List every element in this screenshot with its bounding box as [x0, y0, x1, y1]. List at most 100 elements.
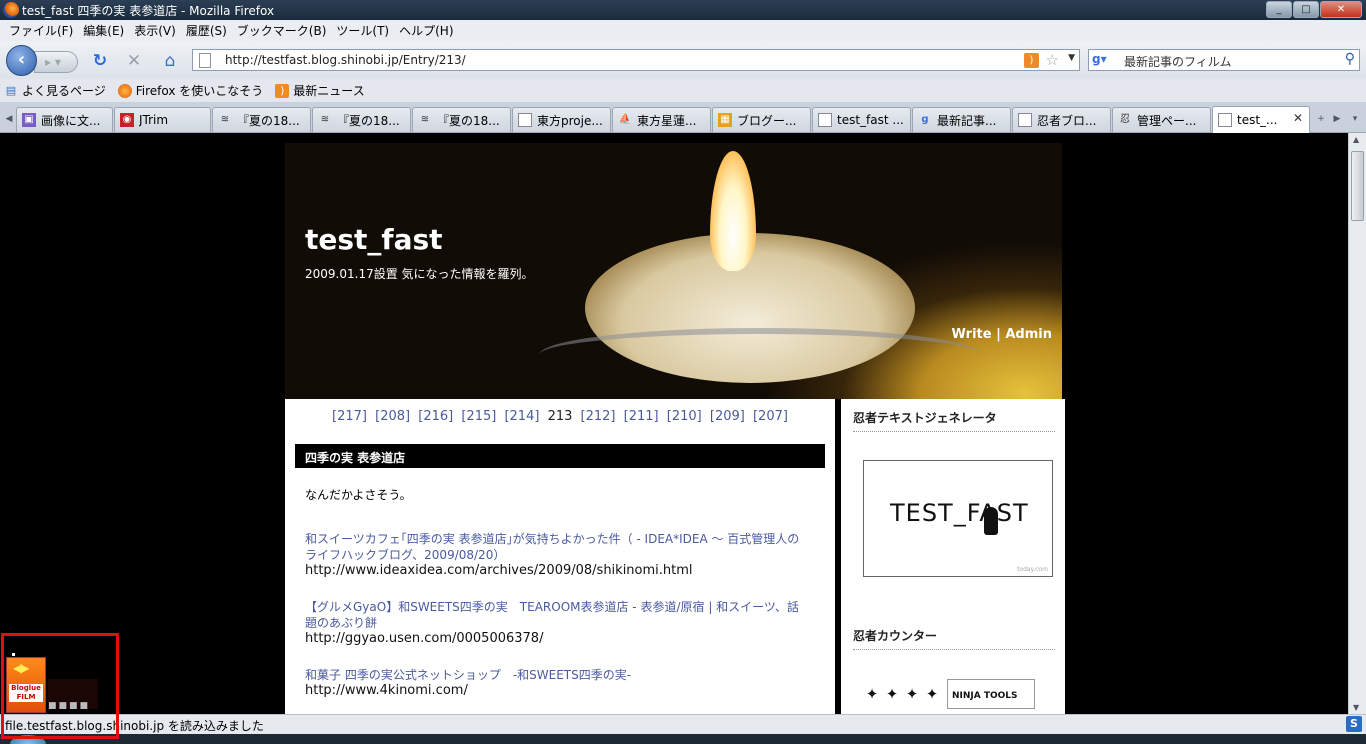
home-icon[interactable]: ⌂	[160, 51, 180, 71]
tab-label: 管理ペー...	[1137, 113, 1197, 128]
menu-bookmarks[interactable]: ブックマーク(B)	[232, 22, 332, 39]
menu-history[interactable]: 履歴(S)	[181, 22, 232, 39]
menu-edit[interactable]: 編集(E)	[78, 22, 129, 39]
reference-url: http://www.ideaxidea.com/archives/2009/0…	[305, 563, 693, 578]
page-icon	[199, 53, 211, 68]
page-icon	[818, 113, 832, 127]
scrollbar-thumb[interactable]	[1351, 151, 1364, 221]
tab-11[interactable]: 忍管理ペー...	[1112, 107, 1211, 132]
tab-9[interactable]: g 最新記事...	[912, 107, 1011, 132]
tab-8[interactable]: test_fast ...	[812, 107, 911, 132]
tab-3[interactable]: ≋ 『夏の18...	[312, 107, 411, 132]
back-button[interactable]: ‹	[6, 45, 37, 76]
pager-link[interactable]: [209]	[710, 409, 745, 424]
grid-icon: ▦	[718, 113, 732, 127]
pager-link[interactable]: [208]	[375, 409, 410, 424]
tab-1[interactable]: ◉ JTrim	[114, 107, 211, 132]
pager-link[interactable]: [211]	[624, 409, 659, 424]
ship-icon: ⛵	[618, 114, 632, 125]
bookmark-latest-news[interactable]: ) 最新ニュース	[275, 82, 365, 99]
search-bar[interactable]: g▾ 最新記事のフィルム ⚲	[1088, 49, 1360, 71]
rss-feed-icon[interactable]: )	[1024, 53, 1039, 68]
pager-link[interactable]: [210]	[667, 409, 702, 424]
pager-link[interactable]: [207]	[753, 409, 788, 424]
pager-current: 213	[547, 409, 573, 424]
maximize-button[interactable]: □	[1293, 1, 1319, 18]
pager-link[interactable]: [217]	[332, 409, 367, 424]
bookmark-most-visited[interactable]: ▤ よく見るページ	[4, 82, 106, 99]
tab-label: 東方proje...	[537, 113, 603, 128]
menu-file[interactable]: ファイル(F)	[4, 22, 78, 39]
tab-list-icon[interactable]: ▾	[1348, 110, 1362, 128]
tab-label: test_...	[1237, 113, 1278, 127]
new-tab-icon[interactable]: +	[1314, 110, 1328, 128]
bookmark-star-icon[interactable]: ☆	[1046, 51, 1059, 69]
bookmark-getting-started[interactable]: Firefox を使いこなそう	[117, 82, 263, 99]
menu-tools[interactable]: ツール(T)	[331, 22, 394, 39]
tab-5[interactable]: 東方proje...	[512, 107, 611, 132]
search-input[interactable]: 最新記事のフィルム	[1124, 53, 1232, 70]
scroll-up-icon[interactable]: ▲	[1353, 135, 1359, 144]
url-text[interactable]: http://testfast.blog.shinobi.jp/Entry/21…	[225, 53, 466, 67]
shuriken-icon: ✦	[925, 685, 939, 703]
ninja-counter[interactable]: ✦ ✦ ✦ ✦ NINJA TOOLS	[863, 679, 1035, 709]
url-history-dropdown-icon[interactable]: ▼	[1068, 53, 1075, 63]
page-icon	[1018, 113, 1032, 127]
tab-0[interactable]: ▣ 画像に文...	[16, 107, 113, 132]
reference-link[interactable]: 和菓子 四季の実公式ネットショップ -和SWEETS四季の実-	[305, 667, 810, 683]
ninja-icon: 忍	[1120, 114, 1130, 125]
status-bar: file.testfast.blog.shinobi.jp を読み込みました S	[0, 714, 1366, 734]
text-generator-image[interactable]: TEST_FAST today.com	[863, 460, 1053, 577]
tab-scroll-left-icon[interactable]: ◀	[2, 110, 16, 128]
tab-12-active[interactable]: test_... ✕	[1212, 106, 1310, 133]
tab-10[interactable]: 忍者ブロ...	[1012, 107, 1111, 132]
tab-2[interactable]: ≋ 『夏の18...	[212, 107, 311, 132]
admin-link[interactable]: Admin	[1005, 327, 1052, 342]
menu-bar: ファイル(F) 編集(E) 表示(V) 履歴(S) ブックマーク(B) ツール(…	[0, 20, 1366, 41]
window-titlebar: test_fast 四季の実 表参道店 - Mozilla Firefox _ …	[0, 0, 1366, 20]
page-icon	[518, 113, 532, 127]
menu-help[interactable]: ヘルプ(H)	[394, 22, 458, 39]
text-generator-text: TEST_FAST	[890, 499, 1029, 527]
close-button[interactable]: ✕	[1320, 1, 1362, 18]
pager-link[interactable]: [215]	[461, 409, 496, 424]
pager-link[interactable]: [216]	[418, 409, 453, 424]
tab-label: test_fast ...	[837, 113, 904, 127]
addon-status-icon[interactable]: S	[1346, 716, 1362, 732]
tab-scroll-right-icon[interactable]: ▶	[1330, 110, 1344, 128]
text-generator-heading: 忍者テキストジェネレータ	[853, 409, 1055, 432]
close-tab-icon[interactable]: ✕	[1293, 111, 1303, 125]
write-link[interactable]: Write	[952, 327, 992, 342]
firefox-icon	[117, 83, 132, 98]
tab-7[interactable]: ▦ ブログー...	[712, 107, 811, 132]
tab-bar: ◀ ▣ 画像に文... ◉ JTrim ≋ 『夏の18... ≋ 『夏の18... ≋ 『…	[0, 102, 1366, 133]
page-icon	[1218, 113, 1232, 127]
navigation-toolbar: ▸ ▾ ‹ ↻ ✕ ⌂ http://testfast.blog.shinobi…	[0, 41, 1366, 79]
search-icon[interactable]: ⚲	[1345, 51, 1355, 67]
vertical-scrollbar[interactable]: ▲ ▼	[1348, 133, 1366, 714]
reference-item: 和菓子 四季の実公式ネットショップ -和SWEETS四季の実- http://w…	[305, 667, 810, 699]
blog-title[interactable]: test_fast	[305, 223, 443, 256]
waves-icon: ≋	[320, 114, 330, 125]
menu-view[interactable]: 表示(V)	[129, 22, 181, 39]
google-icon[interactable]: g▾	[1092, 52, 1120, 68]
tab-4[interactable]: ≋ 『夏の18...	[412, 107, 511, 132]
minimize-button[interactable]: _	[1266, 1, 1292, 18]
bookmark-label: よく見るページ	[22, 84, 106, 98]
pager-link[interactable]: [212]	[581, 409, 616, 424]
forward-button[interactable]: ▸ ▾	[34, 51, 78, 73]
reference-link[interactable]: 和スイーツカフェ｢四季の実 表参道店｣が気持ちよかった件（ - IDEA*IDE…	[305, 531, 810, 563]
tab-label: 最新記事...	[937, 113, 997, 128]
window-controls: _ □ ✕	[1265, 1, 1362, 18]
stop-icon[interactable]: ✕	[124, 51, 144, 71]
scroll-down-icon[interactable]: ▼	[1353, 703, 1359, 712]
annotation-highlight-box	[1, 633, 119, 739]
reload-icon[interactable]: ↻	[90, 51, 110, 71]
entry-body: なんだかよさそう。 和スイーツカフェ｢四季の実 表参道店｣が気持ちよかった件（ …	[305, 487, 810, 699]
url-bar[interactable]: http://testfast.blog.shinobi.jp/Entry/21…	[192, 49, 1080, 71]
reference-link[interactable]: 【グルメGyaO】和SWEETS四季の実 TEAROOM表参道店 - 表参道/原…	[305, 599, 810, 631]
tab-6[interactable]: ⛵ 東方星蓮...	[612, 107, 711, 132]
pager-link[interactable]: [214]	[504, 409, 539, 424]
page-content: test_fast 2009.01.17設置 気になった情報を羅列。 Write…	[0, 133, 1348, 714]
ninja-tools-logo[interactable]: NINJA TOOLS	[947, 679, 1035, 709]
